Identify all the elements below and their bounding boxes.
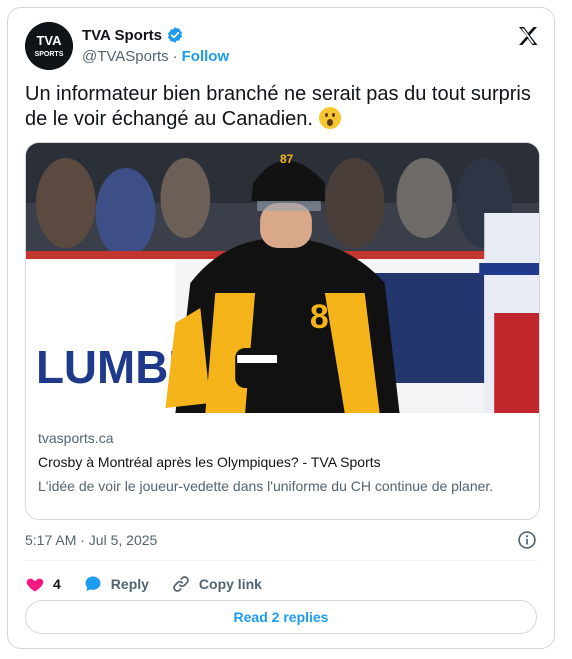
handle-row: @TVASports · Follow	[82, 48, 229, 65]
svg-text:87: 87	[280, 152, 294, 166]
tweet-timestamp[interactable]: 5:17 AM · Jul 5, 2025	[25, 532, 157, 548]
verified-badge-icon	[167, 27, 183, 43]
author-name[interactable]: TVA Sports	[82, 27, 162, 44]
link-domain: tvasports.ca	[38, 430, 114, 446]
action-bar: 4 Reply Copy link	[25, 571, 537, 597]
reply-label: Reply	[110, 576, 149, 592]
reply-button[interactable]: Reply	[83, 574, 149, 594]
link-description: L'idée de voir le joueur-vedette dans l'…	[38, 478, 494, 494]
svg-text:TVA: TVA	[36, 33, 62, 48]
separator-dot: ·	[172, 48, 178, 65]
author-name-row[interactable]: TVA Sports	[82, 26, 184, 44]
like-button[interactable]: 4	[25, 574, 61, 594]
hockey-photo: LUMBER 87 87	[26, 143, 539, 413]
tweet-text: Un informateur bien branché ne serait pa…	[25, 82, 535, 132]
like-count: 4	[53, 576, 61, 592]
info-icon[interactable]	[517, 530, 537, 550]
x-logo-icon[interactable]	[516, 24, 540, 48]
copy-link-label: Copy link	[198, 576, 262, 592]
author-handle[interactable]: @TVASports	[82, 48, 169, 65]
svg-text:SPORTS: SPORTS	[35, 51, 64, 58]
link-card[interactable]: LUMBER 87 87 tvasports.ca Crosby à Montr…	[25, 142, 540, 520]
tweet-card: TVA SPORTS TVA Sports @TVASports · Follo…	[7, 7, 555, 649]
link-title[interactable]: Crosby à Montréal après les Olympiques? …	[38, 454, 529, 470]
tva-logo-icon: TVA SPORTS	[25, 22, 73, 70]
read-replies-button[interactable]: Read 2 replies	[25, 600, 537, 634]
link-icon	[173, 576, 189, 592]
follow-button[interactable]: Follow	[182, 48, 230, 65]
divider	[25, 560, 537, 561]
tweet-body: Un informateur bien branché ne serait pa…	[25, 83, 531, 130]
heart-icon	[26, 578, 44, 592]
reply-bubble-icon	[85, 576, 101, 592]
copy-link-button[interactable]: Copy link	[171, 574, 262, 594]
avatar[interactable]: TVA SPORTS	[25, 22, 73, 70]
link-meta: tvasports.ca Crosby à Montréal après les…	[38, 430, 529, 496]
svg-text:87: 87	[310, 298, 348, 336]
surprised-face-emoji-icon	[318, 107, 341, 129]
